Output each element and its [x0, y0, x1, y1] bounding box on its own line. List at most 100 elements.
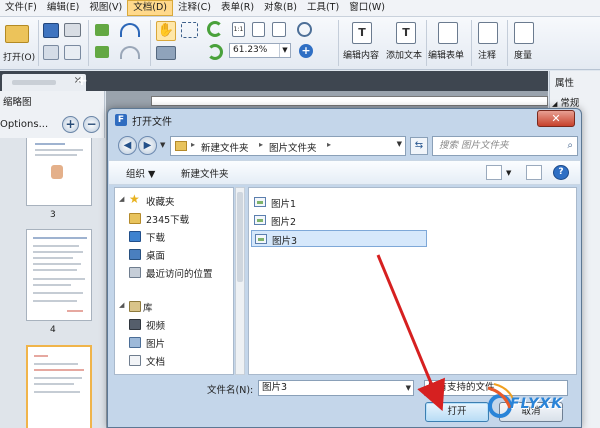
filename-input[interactable]: 图片3 ▼ [258, 380, 414, 396]
file-name: 图片1 [271, 199, 297, 210]
nav-desktop-label: 桌面 [146, 251, 166, 262]
breadcrumb-segment[interactable]: 新建文件夹 [201, 140, 249, 154]
document-page-edge [151, 96, 548, 106]
refresh-icon[interactable]: ⇆ [410, 137, 428, 155]
fit-width-icon[interactable] [272, 22, 286, 37]
organize-button[interactable]: 组织 ▼ [126, 166, 155, 180]
folder-icon [175, 141, 187, 151]
print-icon[interactable] [64, 23, 81, 37]
new-tab-icon[interactable]: + [76, 72, 88, 90]
thumbnail-panel-title: 缩略图 [3, 97, 32, 108]
file-item[interactable]: 图片1 [251, 194, 427, 211]
add-text-label: 添加文本 [386, 51, 423, 61]
annotate-button[interactable]: 注释 [474, 20, 502, 66]
email-icon[interactable] [64, 45, 81, 60]
snapshot-icon[interactable] [156, 46, 176, 60]
thumbnail-list: 3 4 [0, 138, 105, 428]
zoom-tool-icon[interactable] [297, 22, 312, 37]
organize-label: 组织 [126, 169, 146, 180]
forward-arrow-icon[interactable] [95, 46, 109, 58]
thumbnail-panel: 缩略图 Options... + − 3 4 [0, 91, 105, 428]
navigation-scrollbar[interactable] [235, 187, 245, 375]
desktop-icon [129, 249, 141, 260]
zoom-in-icon[interactable]: + [299, 44, 313, 58]
folder-open-icon [5, 25, 29, 43]
command-bar: 组织 ▼ 新建文件夹 ▼ ? [109, 160, 580, 185]
add-text-button[interactable]: T 添加文本 [386, 20, 426, 66]
open-button[interactable]: 打开(O) [3, 20, 35, 66]
page-thumbnail-4[interactable] [26, 229, 92, 321]
filename-label: 文件名(N): [207, 385, 254, 396]
chevron-down-icon[interactable]: ▼ [406, 381, 411, 395]
recent-pages-chevron-icon[interactable]: ▼ [160, 141, 165, 149]
address-bar[interactable]: ▸ 新建文件夹 ▸ 图片文件夹 ▸ ▼ [170, 136, 406, 156]
menu-file[interactable]: 文件(F) [0, 0, 42, 16]
address-row: ◀ ▶ ▼ ▸ 新建文件夹 ▸ 图片文件夹 ▸ ▼ ⇆ 搜索 图片文件夹 ⌕ [114, 134, 578, 158]
edit-content-button[interactable]: T 编辑内容 [343, 20, 383, 66]
file-item[interactable]: 图片2 [251, 212, 427, 229]
file-name: 图片3 [272, 236, 298, 247]
back-arrow-icon[interactable] [95, 24, 109, 36]
save-icon[interactable] [43, 23, 59, 38]
menu-window[interactable]: 窗口(W) [344, 0, 390, 16]
menu-comment[interactable]: 注释(C) [173, 0, 216, 16]
page-thumbnail-3[interactable] [26, 138, 92, 206]
file-name: 图片2 [271, 217, 297, 228]
menu-form[interactable]: 表单(R) [216, 0, 259, 16]
edit-form-button[interactable]: 编辑表单 [428, 20, 470, 66]
navigation-pane: ◢ ★ 收藏夹 2345下载 下载 桌面 最近访问的位置 ◢ 库 视频 图片 文… [114, 187, 234, 375]
nav-videos-label: 视频 [146, 321, 166, 332]
image-file-icon [254, 197, 266, 207]
breadcrumb-segment[interactable]: 图片文件夹 [269, 140, 317, 154]
dialog-titlebar[interactable]: F 打开文件 ✕ [108, 109, 581, 131]
nav-downloads-label: 下载 [146, 233, 166, 244]
view-options-icon[interactable] [486, 165, 502, 180]
properties-group-general[interactable]: ◢ 常规 [552, 95, 579, 109]
file-item-selected[interactable]: 图片3 [251, 230, 427, 247]
edit-form-label: 编辑表单 [428, 51, 465, 61]
download-folder-icon [129, 231, 141, 242]
zoom-field[interactable]: 61.23% ▼ [229, 43, 291, 58]
rotate-right-icon[interactable] [207, 44, 223, 60]
measure-button[interactable]: 度量 [510, 20, 538, 66]
chevron-down-icon[interactable]: ▼ [397, 140, 402, 148]
close-button[interactable]: ✕ [537, 110, 575, 127]
document-library-icon [129, 355, 141, 366]
filename-value: 图片3 [262, 382, 288, 393]
menu-view[interactable]: 视图(V) [84, 0, 127, 16]
menu-object[interactable]: 对象(B) [259, 0, 302, 16]
image-file-icon [254, 215, 266, 225]
menu-document[interactable]: 文档(D) [127, 0, 173, 16]
document-tab[interactable]: × [2, 74, 86, 91]
new-folder-button[interactable]: 新建文件夹 [181, 166, 229, 180]
menu-tools[interactable]: 工具(T) [302, 0, 344, 16]
actual-size-icon[interactable]: 1:1 [232, 22, 245, 37]
zoom-in-thumbnail-icon[interactable]: + [62, 116, 79, 133]
rotate-left-icon[interactable] [207, 21, 223, 37]
chevron-down-icon[interactable]: ▼ [506, 169, 511, 177]
annotate-icon [478, 22, 498, 44]
redo-icon[interactable] [120, 46, 140, 59]
menu-edit[interactable]: 编辑(E) [42, 0, 84, 16]
undo-icon[interactable] [120, 23, 140, 37]
select-tool-icon[interactable] [181, 22, 198, 38]
forward-button[interactable]: ▶ [138, 136, 157, 155]
library-icon [129, 301, 141, 312]
hand-tool-icon[interactable]: ✋ [156, 21, 176, 41]
fit-page-icon[interactable] [252, 22, 265, 37]
search-input[interactable]: 搜索 图片文件夹 ⌕ [432, 136, 578, 156]
options-dropdown[interactable]: Options... [0, 119, 48, 130]
zoom-out-thumbnail-icon[interactable]: − [83, 116, 100, 133]
search-icon[interactable]: ⌕ [567, 137, 573, 155]
scan-icon[interactable] [43, 45, 59, 60]
watermark-text: FLYXK [510, 396, 564, 412]
nav-2345-label: 2345下载 [146, 215, 190, 226]
page-thumbnail-5[interactable] [26, 345, 92, 428]
nav-favorites-label: 收藏夹 [146, 197, 175, 208]
preview-pane-icon[interactable] [526, 165, 542, 180]
chevron-down-icon[interactable]: ▼ [279, 44, 290, 57]
back-button[interactable]: ◀ [118, 136, 137, 155]
picture-library-icon [129, 337, 141, 348]
scrollbar-thumb[interactable] [237, 192, 243, 282]
help-icon[interactable]: ? [553, 165, 569, 180]
